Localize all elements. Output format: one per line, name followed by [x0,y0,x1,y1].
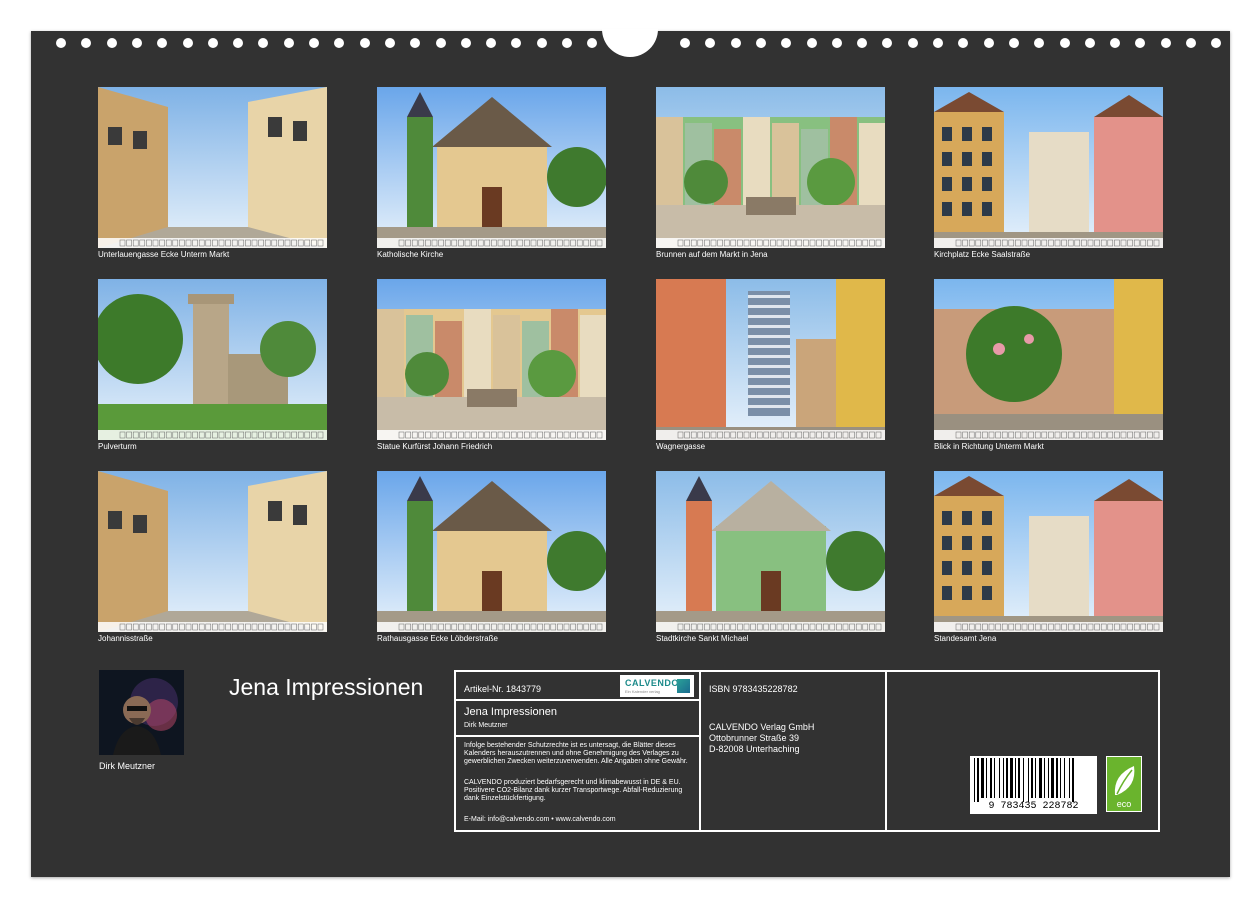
binding-hole [1186,38,1196,48]
binding-hole [831,38,842,48]
photo-caption: Unterlauengasse Ecke Unterm Markt [98,250,230,259]
binding-hole [562,38,572,48]
binding-hole [511,38,522,48]
photo-caption: Statue Kurfürst Johann Friedrich [377,442,493,451]
author-name: Dirk Meutzner [99,761,156,771]
binding-hole [410,38,421,48]
info-title: Jena Impressionen [464,706,557,718]
divider [456,699,699,701]
binding-hole [730,38,741,48]
month-photo [934,279,1163,440]
month-photo [656,87,885,248]
article-number: Artikel-Nr. 1843779 [464,684,542,694]
binding-hole [1211,38,1222,48]
contact-line: E-Mail: info@calvendo.com • www.calvendo… [464,816,616,823]
binding-hole [486,38,497,48]
binding-hole [705,38,716,48]
binding-hole [56,38,66,48]
legal-notice: Infolge bestehender Schutzrechte ist es … [464,742,688,765]
binding-hole [907,38,918,48]
binding-hole [857,38,868,48]
calendar-title: Jena Impressionen [229,674,424,700]
calendar-back-cover: Unterlauengasse Ecke Unterm Markt Katholi… [31,29,1230,877]
info-author: Dirk Meutzner [464,722,508,729]
photo-caption: Rathausgasse Ecke Löbderstraße [377,634,498,643]
binding-hole [81,38,92,48]
calvendo-logo-icon [677,679,690,693]
month-photo [98,87,327,248]
photo-caption: Standesamt Jena [934,634,997,643]
binding-hole [781,38,792,48]
photo-caption: Brunnen auf dem Markt in Jena [656,250,768,259]
binding-hole [1135,38,1146,48]
binding-hole [309,38,319,48]
binding-hole [1110,38,1121,48]
publisher-name: CALVENDO Verlag GmbH [709,722,815,732]
binding-hole [958,38,969,48]
divider [456,735,699,737]
binding-hole [460,38,471,48]
month-photo [377,87,606,248]
calvendo-logo: CALVENDO Ein Kalender verlag [620,675,694,697]
publisher-city: D-82008 Unterhaching [709,744,800,754]
eco-notice: CALVENDO produziert bedarfsgerecht und k… [464,779,683,802]
binding-hole [435,38,446,48]
binding-hole [1084,38,1095,48]
binding-hole [882,38,893,48]
photo-caption: Blick in Richtung Unterm Markt [934,442,1044,451]
binding-hole [680,38,690,48]
binding-hole [106,38,117,48]
binding-hole [1034,38,1045,48]
binding-hole [1160,38,1171,48]
photo-caption: Johannisstraße [98,634,153,643]
month-photo [377,279,606,440]
month-photo [377,471,606,632]
binding-hole [258,38,269,48]
month-photo [98,471,327,632]
binding-hole [384,38,395,48]
month-photo [656,279,885,440]
divider [699,672,701,830]
barcode: 9 783435 228782 [970,756,1097,814]
barcode-number: 9 783435 228782 [988,801,1079,812]
binding-hole [359,38,370,48]
binding-hole [983,38,994,48]
binding-hole [1008,38,1019,48]
month-photo [934,87,1163,248]
author-photo [99,670,184,755]
info-box: Artikel-Nr. 1843779 CALVENDO Ein Kalende… [454,670,1160,832]
binding-hole [334,38,345,48]
binding-hole [536,38,547,48]
isbn: ISBN 9783435228782 [709,684,798,694]
photo-caption: Katholische Kirche [377,250,444,259]
binding-hole [587,38,598,48]
binding-hole [182,38,193,48]
binding-hole [806,38,817,48]
publisher-street: Ottobrunner Straße 39 [709,733,800,743]
binding-hole [157,38,168,48]
binding-hole [283,38,294,48]
binding-hole [233,38,244,48]
month-photo [656,471,885,632]
month-photo [98,279,327,440]
month-photo [934,471,1163,632]
photo-caption: Wagnergasse [656,442,706,451]
leaf-icon [1114,766,1135,795]
binding-hole [131,38,142,48]
binding-hole [755,38,766,48]
photo-caption: Stadtkirche Sankt Michael [656,634,749,643]
binding-hole [1059,38,1070,48]
photo-caption: Pulverturm [98,442,137,451]
photo-caption: Kirchplatz Ecke Saalstraße [934,250,1031,259]
binding-hole [933,38,943,48]
divider [885,672,887,830]
binding-hole [207,38,218,48]
eco-badge: eco [1106,756,1142,812]
